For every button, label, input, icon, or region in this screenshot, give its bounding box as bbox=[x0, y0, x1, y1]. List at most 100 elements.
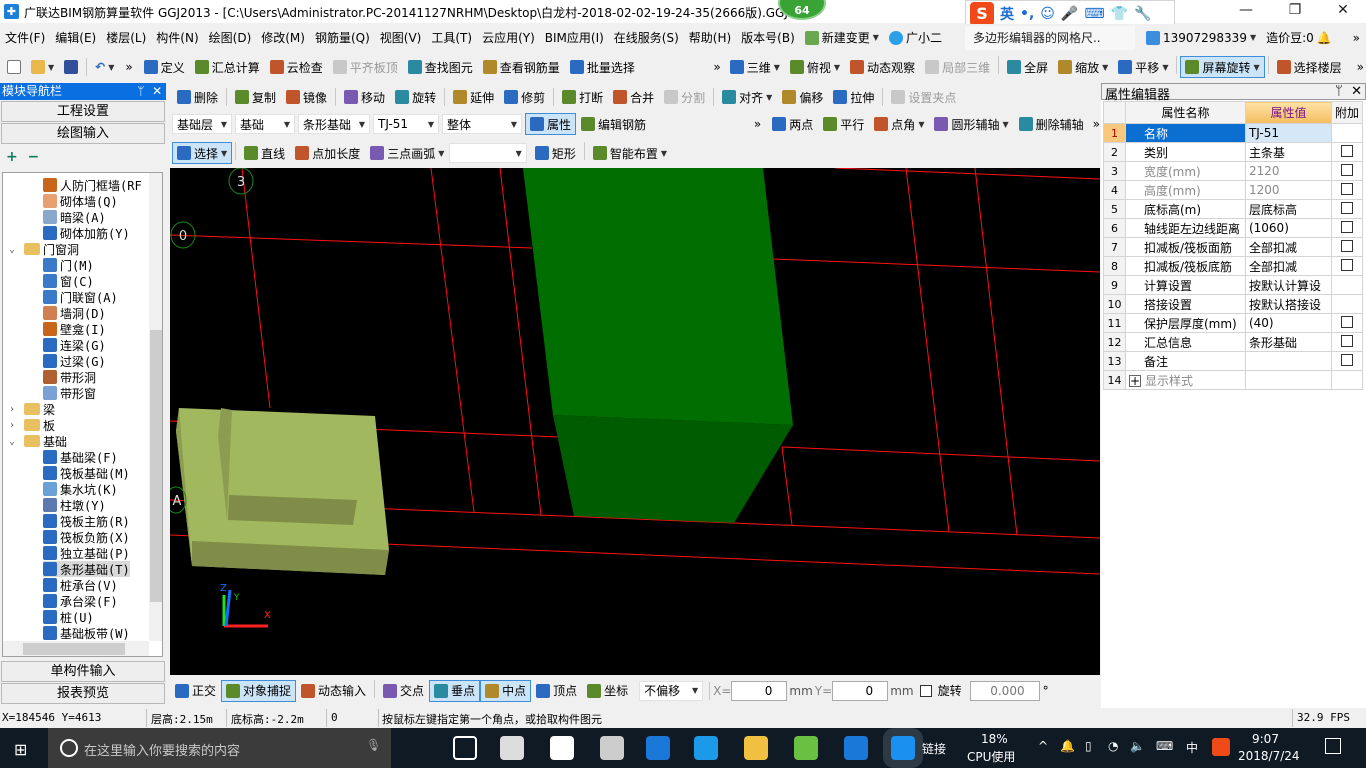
ortho-button[interactable]: 正交 bbox=[170, 680, 221, 702]
property-value[interactable]: (1060) bbox=[1244, 218, 1332, 238]
smart-layout-button[interactable]: 智能布置 ▼ bbox=[588, 142, 672, 164]
delete-axis-button[interactable]: 删除辅轴 bbox=[1014, 113, 1089, 135]
toolbar-overflow-button[interactable]: » bbox=[1357, 60, 1364, 74]
file-explorer-icon[interactable] bbox=[744, 736, 768, 760]
menu-item[interactable]: 云应用(Y) bbox=[477, 29, 540, 46]
expand-icon[interactable]: + bbox=[1128, 374, 1141, 387]
edit-rebar-button[interactable]: 编辑钢筋 bbox=[576, 113, 651, 135]
parallel-axis-button[interactable]: 平行 bbox=[818, 113, 869, 135]
cloud-check-button[interactable]: 云检查 bbox=[265, 56, 328, 78]
fullscreen-button[interactable]: 全屏 bbox=[1002, 56, 1053, 78]
extra-checkbox[interactable] bbox=[1340, 201, 1353, 214]
extra-checkbox[interactable] bbox=[1340, 220, 1353, 233]
extra-checkbox[interactable] bbox=[1340, 315, 1353, 328]
tree-item[interactable]: 基础板带(W) bbox=[43, 625, 130, 641]
menu-overflow-button[interactable]: » bbox=[1353, 31, 1360, 45]
menu-item[interactable]: 钢筋量(Q) bbox=[310, 29, 375, 46]
close-icon[interactable]: ✕ bbox=[1351, 84, 1362, 99]
account-button[interactable]: 13907298339 ▼ bbox=[1141, 27, 1261, 49]
volume-icon[interactable]: 🔈 bbox=[1130, 739, 1145, 753]
extra-checkbox[interactable] bbox=[1340, 163, 1353, 176]
ie-app-icon[interactable] bbox=[550, 736, 574, 760]
pointer-button[interactable]: 选择 ▼ bbox=[172, 142, 233, 164]
component-select[interactable]: 条形基础 ▼ bbox=[298, 114, 370, 134]
scrollbar-thumb[interactable] bbox=[23, 643, 125, 655]
tree-item[interactable]: 砌体墙(Q) bbox=[43, 193, 118, 209]
tree-item[interactable]: 门(M) bbox=[43, 257, 94, 273]
screen-rotate-button[interactable]: 屏幕旋转 ▼ bbox=[1180, 56, 1265, 78]
tree-item[interactable]: 基础梁(F) bbox=[43, 449, 118, 465]
tree-item[interactable]: 承台梁(F) bbox=[43, 593, 118, 609]
ime-mode-indicator[interactable]: 中 bbox=[1186, 739, 1198, 756]
tree-folder[interactable]: › 梁 bbox=[9, 401, 55, 417]
new-change-button[interactable]: 新建变更 ▼ bbox=[800, 27, 884, 49]
property-value[interactable]: 全部扣减 bbox=[1244, 256, 1332, 276]
property-row[interactable]: 5 底标高(m) 层底标高 bbox=[1103, 199, 1364, 219]
property-value[interactable] bbox=[1244, 370, 1332, 390]
component-select[interactable]: 基础层 ▼ bbox=[172, 114, 232, 134]
report-preview-button[interactable]: 报表预览 bbox=[1, 683, 165, 704]
point-angle-axis-button[interactable]: 点角 ▼ bbox=[869, 113, 929, 135]
glodon-ggj-app-icon[interactable] bbox=[891, 736, 915, 760]
vertex-button[interactable]: 顶点 bbox=[531, 680, 582, 702]
restore-button[interactable]: ❐ bbox=[1272, 0, 1318, 22]
tree-item[interactable]: 连梁(G) bbox=[43, 337, 106, 353]
grip-button[interactable]: 设置夹点 bbox=[886, 86, 961, 108]
align-button[interactable]: 对齐 ▼ bbox=[717, 86, 777, 108]
rectangle-button[interactable]: 矩形 bbox=[530, 142, 581, 164]
punctuation-icon[interactable]: •, bbox=[1020, 6, 1034, 22]
binoculars-button[interactable]: 查找图元 bbox=[403, 56, 478, 78]
tree-item[interactable]: 独立基础(P) bbox=[43, 545, 130, 561]
tree-item[interactable]: 门联窗(A) bbox=[43, 289, 118, 305]
split-button[interactable]: 分割 bbox=[659, 86, 710, 108]
top-view-button[interactable]: 俯视 ▼ bbox=[785, 56, 845, 78]
line-button[interactable]: 直线 bbox=[239, 142, 290, 164]
rotate-checkbox[interactable] bbox=[919, 684, 932, 697]
arc-button[interactable]: 三点画弧 ▼ bbox=[365, 142, 449, 164]
keyboard-icon[interactable]: ⌨ bbox=[1084, 6, 1104, 22]
chevron-down-icon[interactable]: ⌄ bbox=[9, 436, 21, 447]
view-rebar-button[interactable]: 查看钢筋量 bbox=[478, 56, 565, 78]
isolated-footing[interactable] bbox=[176, 408, 389, 575]
project-settings-button[interactable]: 工程设置 bbox=[1, 101, 165, 122]
drawing-canvas[interactable]: 3 0 A X Y Z bbox=[165, 167, 1101, 675]
bell-icon[interactable]: 🔔 bbox=[1317, 31, 1332, 45]
undo-button[interactable]: ↶ ▼ bbox=[90, 56, 119, 78]
taskbar-search-box[interactable]: 在这里输入你要搜索的内容 🎙 bbox=[48, 728, 391, 768]
sogou-browser-icon[interactable] bbox=[600, 736, 624, 760]
tree-item[interactable]: 壁龛(I) bbox=[43, 321, 106, 337]
fan-app-icon[interactable] bbox=[500, 736, 524, 760]
property-row[interactable]: 9 计算设置 按默认计算设 bbox=[1103, 275, 1364, 295]
property-value[interactable] bbox=[1244, 351, 1332, 371]
property-value[interactable]: 全部扣减 bbox=[1244, 237, 1332, 257]
menu-item[interactable]: 楼层(L) bbox=[101, 29, 151, 46]
glodon-app-icon[interactable] bbox=[844, 736, 868, 760]
property-row[interactable]: 8 扣减板/筏板底筋 全部扣减 bbox=[1103, 256, 1364, 276]
move-button[interactable]: 移动 bbox=[339, 86, 390, 108]
notification-bell-icon[interactable]: 🔔 bbox=[1060, 739, 1075, 753]
intersection-button[interactable]: 交点 bbox=[378, 680, 429, 702]
pin-icon[interactable]: ᛘ bbox=[1335, 84, 1343, 99]
toolbar-overflow-button[interactable]: » bbox=[754, 117, 761, 131]
property-row[interactable]: 4 高度(mm) 1200 bbox=[1103, 180, 1364, 200]
offset-select[interactable]: 不偏移 ▼ bbox=[639, 680, 704, 701]
extra-checkbox[interactable] bbox=[1340, 182, 1353, 195]
extend-button[interactable]: 延伸 bbox=[448, 86, 499, 108]
menu-item[interactable]: 在线服务(S) bbox=[609, 29, 684, 46]
tree-item[interactable]: 暗梁(A) bbox=[43, 209, 106, 225]
tree-item[interactable]: 筏板基础(M) bbox=[43, 465, 130, 481]
tree-item[interactable]: 带形窗 bbox=[43, 385, 96, 401]
action-center-icon[interactable] bbox=[1325, 738, 1341, 754]
show-hidden-icons[interactable]: ^ bbox=[1038, 739, 1048, 753]
tree-item[interactable]: 桩(U) bbox=[43, 609, 94, 625]
tree-item[interactable]: 人防门框墙(RF bbox=[43, 177, 142, 193]
break-button[interactable]: 打断 bbox=[557, 86, 608, 108]
property-row[interactable]: 10 搭接设置 按默认搭接设 bbox=[1103, 294, 1364, 314]
menu-item[interactable]: 视图(V) bbox=[375, 29, 427, 46]
wifi-icon[interactable]: ◔ bbox=[1108, 739, 1118, 753]
property-row[interactable]: 6 轴线距左边线距离 (1060) bbox=[1103, 218, 1364, 238]
menu-item[interactable]: BIM应用(I) bbox=[540, 29, 609, 46]
property-value[interactable]: 主条基 bbox=[1244, 142, 1332, 162]
chevron-right-icon[interactable]: › bbox=[9, 420, 21, 431]
close-button[interactable]: ✕ bbox=[1320, 0, 1366, 22]
